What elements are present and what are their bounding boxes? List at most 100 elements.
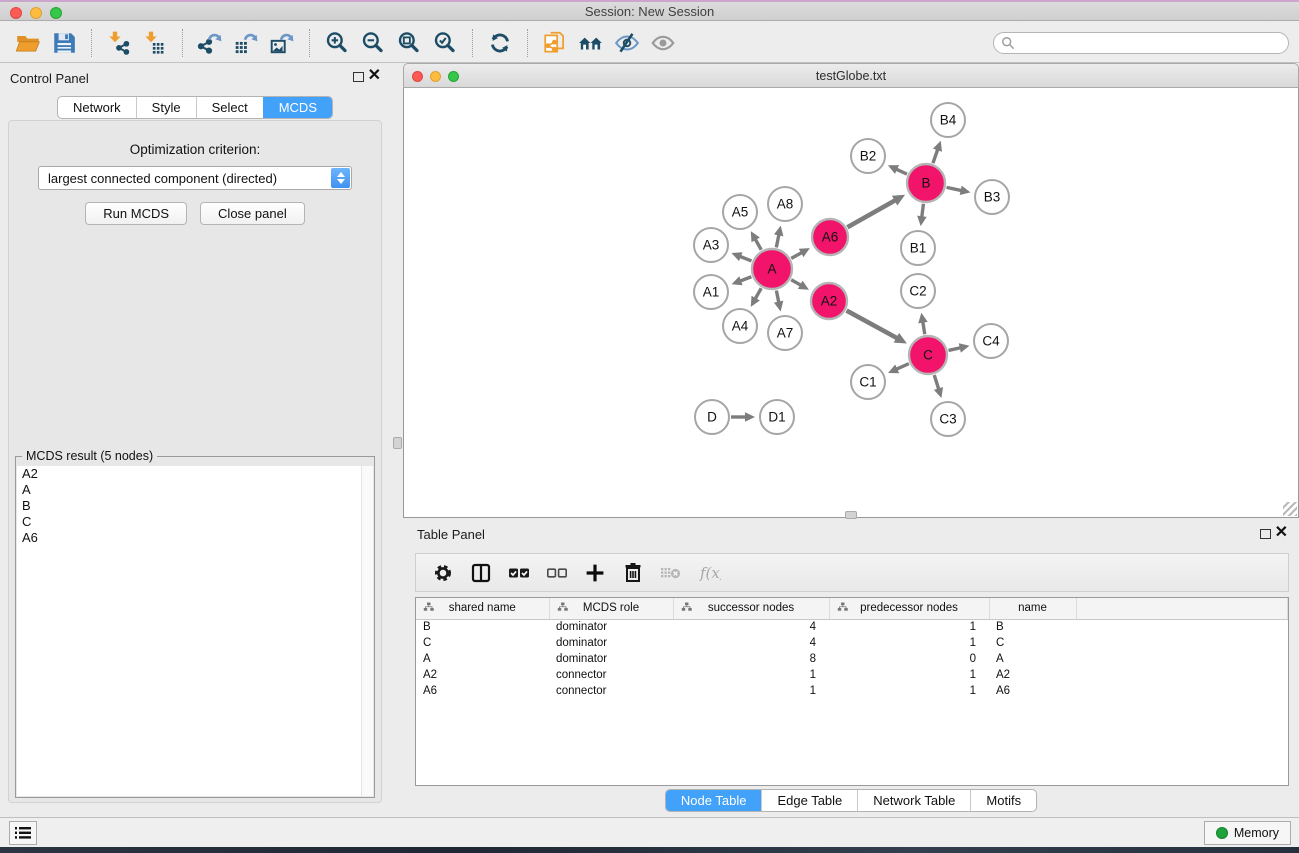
tab-node-table[interactable]: Node Table: [666, 790, 762, 811]
graph-node-B[interactable]: B: [907, 164, 945, 202]
table-cell[interactable]: A2: [989, 667, 1076, 683]
table-row[interactable]: Adominator80A: [416, 651, 1288, 667]
table-cell[interactable]: A2: [416, 667, 549, 683]
select-all-button[interactable]: [502, 557, 536, 589]
table-cell[interactable]: B: [989, 619, 1076, 635]
table-row[interactable]: A2connector11A2: [416, 667, 1288, 683]
search-field[interactable]: [993, 32, 1289, 54]
graph-node-D1[interactable]: D1: [760, 400, 794, 434]
table-row[interactable]: Cdominator41C: [416, 635, 1288, 651]
table-cell[interactable]: 1: [829, 635, 989, 651]
float-panel-icon[interactable]: [353, 72, 364, 82]
eye-button[interactable]: [645, 27, 681, 59]
export-image-button[interactable]: [264, 27, 300, 59]
zoom-fit-button[interactable]: [391, 27, 427, 59]
close-panel-icon[interactable]: ✕: [368, 67, 381, 85]
graph-node-C[interactable]: C: [909, 336, 947, 374]
table-cell[interactable]: connector: [549, 683, 673, 699]
table-cell[interactable]: B: [416, 619, 549, 635]
table-row[interactable]: A6connector11A6: [416, 683, 1288, 699]
deselect-all-button[interactable]: [540, 557, 574, 589]
graph-edge-A-A5[interactable]: [751, 231, 761, 250]
table-row[interactable]: Bdominator41B: [416, 619, 1288, 635]
zoom-out-button[interactable]: [355, 27, 391, 59]
zoom-in-button[interactable]: [319, 27, 355, 59]
criterion-select[interactable]: largest connected component (directed): [38, 166, 352, 190]
graph-edge-A-A4[interactable]: [751, 288, 761, 307]
graph-node-C3[interactable]: C3: [931, 402, 965, 436]
result-list-item[interactable]: A2: [17, 466, 373, 482]
open-file-button[interactable]: [10, 27, 46, 59]
graph-node-B3[interactable]: B3: [975, 180, 1009, 214]
result-list-item[interactable]: C: [17, 514, 373, 530]
table-cell[interactable]: 1: [673, 667, 829, 683]
graph-edge-B-B4[interactable]: [933, 141, 942, 163]
tab-motifs[interactable]: Motifs: [970, 790, 1036, 811]
graph-node-A4[interactable]: A4: [723, 309, 757, 343]
column-header-predecessor-nodes[interactable]: predecessor nodes: [829, 598, 989, 619]
column-header-mcds-role[interactable]: MCDS role: [549, 598, 673, 619]
table-cell[interactable]: 4: [673, 619, 829, 635]
eye-slash-button[interactable]: [609, 27, 645, 59]
graph-edge-A-A7[interactable]: [774, 291, 783, 312]
import-network-button[interactable]: [101, 27, 137, 59]
graph-edge-A-A6[interactable]: [791, 248, 810, 258]
graph-node-B4[interactable]: B4: [931, 103, 965, 137]
home-pair-button[interactable]: [573, 27, 609, 59]
table-cell[interactable]: 0: [829, 651, 989, 667]
graph-edge-B-B1[interactable]: [917, 204, 927, 226]
graph-node-C1[interactable]: C1: [851, 365, 885, 399]
table-cell[interactable]: C: [416, 635, 549, 651]
table-cell[interactable]: dominator: [549, 619, 673, 635]
close-panel-button[interactable]: Close panel: [200, 202, 305, 225]
export-network-button[interactable]: [192, 27, 228, 59]
zoom-selected-button[interactable]: [427, 27, 463, 59]
tab-edge-table[interactable]: Edge Table: [761, 790, 857, 811]
graph-edge-A-A3[interactable]: [731, 252, 751, 261]
graph-edge-A2-C[interactable]: [847, 311, 907, 344]
result-list-item[interactable]: A6: [17, 530, 373, 546]
table-cell[interactable]: 1: [829, 667, 989, 683]
horizontal-divider-handle[interactable]: [845, 511, 857, 519]
graph-edge-C-C4[interactable]: [948, 343, 969, 352]
graph-node-B2[interactable]: B2: [851, 139, 885, 173]
result-list-item[interactable]: A: [17, 482, 373, 498]
table-cell[interactable]: connector: [549, 667, 673, 683]
graph-node-C2[interactable]: C2: [901, 274, 935, 308]
delete-column-button[interactable]: [616, 557, 650, 589]
graph-node-A2[interactable]: A2: [811, 283, 847, 319]
graph-edge-B-B2[interactable]: [888, 165, 907, 174]
graph-node-D[interactable]: D: [695, 400, 729, 434]
table-cell[interactable]: 8: [673, 651, 829, 667]
table-cell[interactable]: A6: [989, 683, 1076, 699]
graph-edge-C-C3[interactable]: [934, 375, 943, 398]
table-cell[interactable]: 1: [829, 619, 989, 635]
export-table-button[interactable]: [228, 27, 264, 59]
column-header-successor-nodes[interactable]: successor nodes: [673, 598, 829, 619]
graph-edge-B-B3[interactable]: [947, 186, 971, 195]
table-cell[interactable]: dominator: [549, 635, 673, 651]
column-header-shared-name[interactable]: shared name: [416, 598, 549, 619]
split-panel-button[interactable]: [464, 557, 498, 589]
graph-node-C4[interactable]: C4: [974, 324, 1008, 358]
network-list-button[interactable]: [9, 821, 37, 845]
table-cell[interactable]: A: [989, 651, 1076, 667]
tab-select[interactable]: Select: [196, 97, 263, 118]
search-input[interactable]: [1015, 34, 1288, 52]
result-list-scrollbar[interactable]: [361, 466, 373, 796]
table-cell[interactable]: dominator: [549, 651, 673, 667]
table-close-icon[interactable]: ✕: [1275, 524, 1288, 542]
graph-node-A6[interactable]: A6: [812, 219, 848, 255]
result-list-item[interactable]: B: [17, 498, 373, 514]
add-column-button[interactable]: [578, 557, 612, 589]
table-cell[interactable]: A6: [416, 683, 549, 699]
memory-button[interactable]: Memory: [1204, 821, 1291, 845]
network-canvas[interactable]: AA6A2BCA5A8A3A1A4A7B2B4B3B1C2C4C1C3DD1: [403, 88, 1299, 518]
table-cell[interactable]: 1: [829, 683, 989, 699]
import-table-button[interactable]: [137, 27, 173, 59]
refresh-view-button[interactable]: [482, 27, 518, 59]
tab-network-table[interactable]: Network Table: [857, 790, 970, 811]
column-header-name[interactable]: name: [989, 598, 1076, 619]
network-file-share-button[interactable]: [537, 27, 573, 59]
graph-node-A1[interactable]: A1: [694, 275, 728, 309]
